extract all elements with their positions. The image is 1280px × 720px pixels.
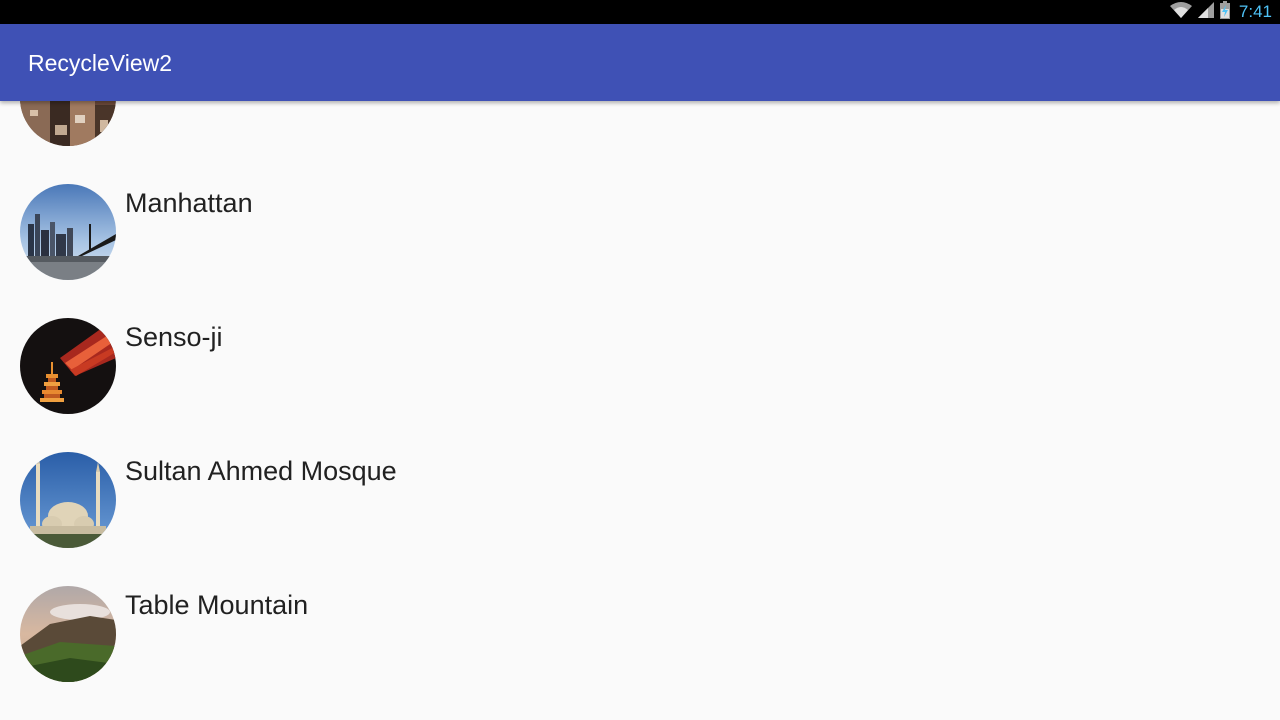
app-bar: RecycleView2 — [0, 24, 1280, 101]
list-item[interactable]: Sultan Ahmed Mosque — [0, 452, 1280, 586]
wifi-icon — [1169, 1, 1193, 24]
status-time: 7:41 — [1238, 2, 1272, 21]
battery-icon — [1219, 0, 1231, 24]
status-icons: 7:41 — [1169, 0, 1272, 24]
list-item[interactable]: Senso-ji — [0, 318, 1280, 452]
item-label: Sultan Ahmed Mosque — [125, 456, 397, 486]
signal-icon — [1197, 1, 1215, 24]
table-mountain-avatar — [20, 586, 116, 682]
status-bar: 7:41 — [0, 0, 1280, 24]
item-label: Manhattan — [125, 188, 253, 218]
list-item[interactable]: Manhattan — [0, 184, 1280, 318]
list-item[interactable]: Table Mountain — [0, 586, 1280, 720]
senso-ji-avatar — [20, 318, 116, 414]
item-label: Table Mountain — [125, 590, 309, 620]
app-title: RecycleView2 — [28, 50, 173, 76]
place-list[interactable]: Manhattan Senso-ji Sultan Ahmed Mosque T… — [0, 0, 1280, 720]
item-label: Senso-ji — [125, 322, 223, 352]
mosque-avatar — [20, 452, 116, 548]
manhattan-avatar — [20, 184, 116, 280]
